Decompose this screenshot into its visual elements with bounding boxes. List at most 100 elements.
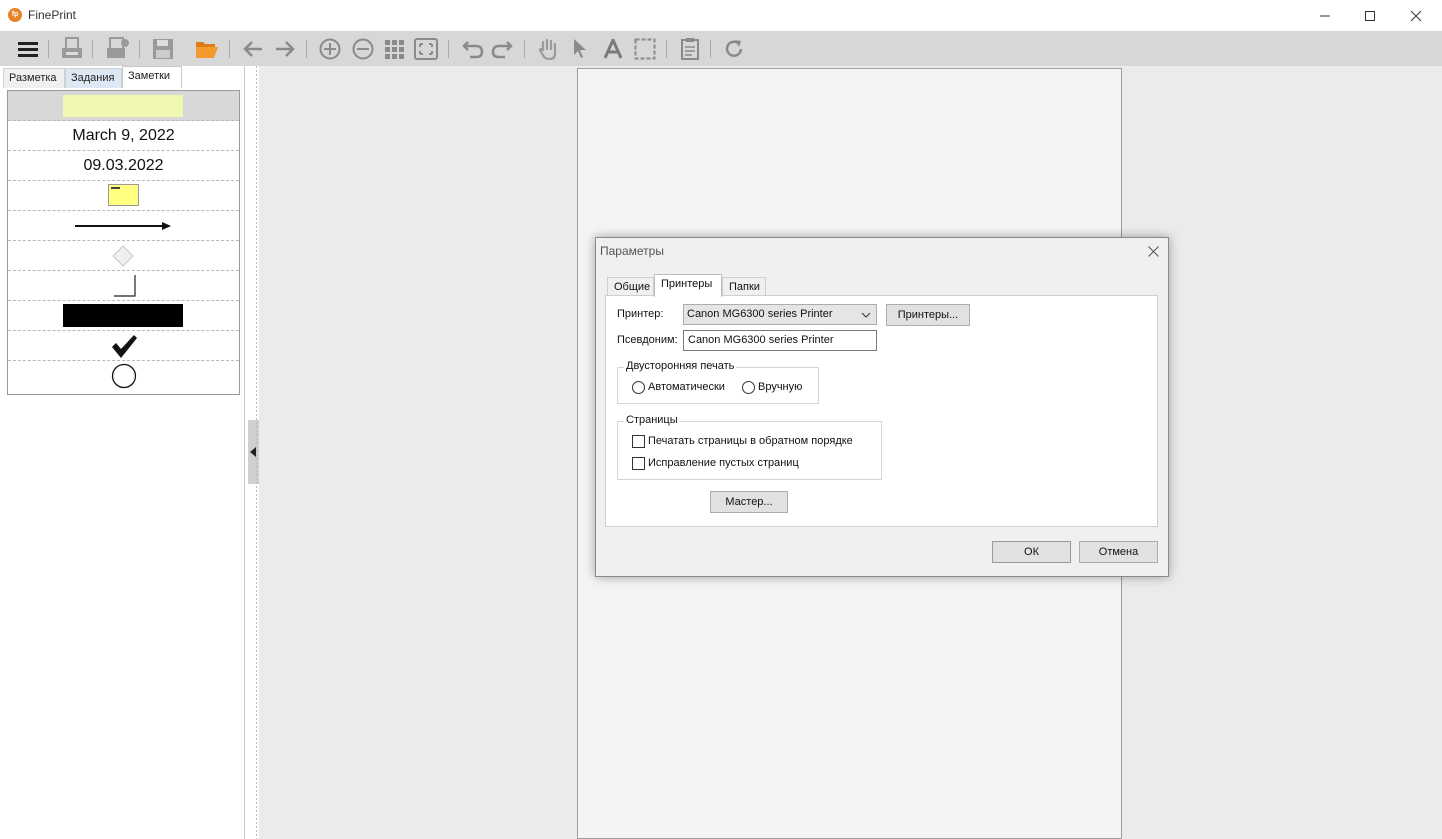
hand-tool-button[interactable] <box>535 36 561 62</box>
pages-group: Страницы Печатать страницы в обратном по… <box>617 414 882 480</box>
duplex-manual-label[interactable]: Вручную <box>758 381 802 393</box>
panel-splitter[interactable] <box>256 66 257 839</box>
minimize-button[interactable] <box>1302 0 1348 31</box>
print-settings-icon <box>107 37 129 58</box>
fit-page-icon <box>414 38 438 60</box>
alias-input[interactable]: Canon MG6300 series Printer <box>683 330 877 351</box>
panel-collapse-handle[interactable] <box>248 420 259 484</box>
minimize-icon <box>1320 15 1330 16</box>
highlighter-swatch <box>63 95 183 117</box>
print-settings-button[interactable] <box>105 36 131 62</box>
print-button[interactable] <box>59 36 85 62</box>
tab-notes[interactable]: Заметки <box>122 66 182 88</box>
note-diamond[interactable] <box>8 241 239 271</box>
note-checkmark[interactable] <box>8 331 239 361</box>
zoom-out-icon <box>352 38 374 60</box>
tab-printers[interactable]: Принтеры <box>654 274 722 297</box>
refresh-icon <box>725 40 743 57</box>
settings-dialog: Параметры Общие Принтеры Папки Принтер: … <box>595 237 1169 577</box>
text-tool-icon <box>604 39 622 59</box>
zoom-out-button[interactable] <box>350 36 376 62</box>
printer-select[interactable]: Canon MG6300 series Printer <box>683 304 877 325</box>
undo-button[interactable] <box>460 36 486 62</box>
panel-border <box>244 66 245 839</box>
app-title: FinePrint <box>28 8 77 22</box>
title-bar: fp FinePrint <box>0 0 1442 31</box>
hand-tool-icon <box>538 38 557 60</box>
circle-stamp-icon <box>111 363 137 389</box>
pointer-tool-button[interactable] <box>567 36 593 62</box>
note-bracket[interactable] <box>8 271 239 301</box>
dialog-close-button[interactable] <box>1144 242 1162 260</box>
tab-general[interactable]: Общие <box>607 277 654 297</box>
tab-jobs[interactable]: Задания <box>65 68 122 88</box>
grid-view-icon <box>385 40 404 59</box>
note-sticky[interactable] <box>8 181 239 211</box>
select-region-icon <box>634 38 656 60</box>
cancel-button[interactable]: Отмена <box>1079 541 1158 563</box>
corner-bracket-icon <box>114 275 136 297</box>
fit-page-button[interactable] <box>413 36 439 62</box>
note-arrow[interactable] <box>8 211 239 241</box>
text-tool-button[interactable] <box>600 36 626 62</box>
redo-button[interactable] <box>489 36 515 62</box>
menu-icon <box>18 42 38 57</box>
pages-group-title: Страницы <box>624 414 680 426</box>
duplex-auto-radio[interactable] <box>632 381 645 394</box>
grid-view-button[interactable] <box>381 36 407 62</box>
refresh-button[interactable] <box>721 36 747 62</box>
open-folder-icon <box>196 42 218 58</box>
close-button[interactable] <box>1393 0 1439 31</box>
duplex-group: Двусторонняя печать Автоматически Вручну… <box>617 360 819 404</box>
back-arrow-icon <box>243 41 262 57</box>
note-highlighter[interactable] <box>8 91 239 121</box>
note-date-short[interactable]: 09.03.2022 <box>8 151 239 181</box>
date-short-text: 09.03.2022 <box>83 157 164 174</box>
fix-blank-checkbox[interactable] <box>632 457 645 470</box>
pointer-icon <box>574 39 586 58</box>
left-panel: Разметка Задания Заметки March 9, 2022 0… <box>0 66 248 839</box>
duplex-manual-radio[interactable] <box>742 381 755 394</box>
dialog-title: Параметры <box>600 244 664 258</box>
close-icon <box>1410 10 1422 21</box>
ok-button[interactable]: ОК <box>992 541 1071 563</box>
redaction-block-icon <box>63 304 183 327</box>
page-settings-button[interactable] <box>677 36 703 62</box>
close-icon <box>1147 245 1159 257</box>
printer-label: Принтер: <box>617 308 664 320</box>
duplex-group-title: Двусторонняя печать <box>624 360 737 372</box>
wizard-button[interactable]: Мастер... <box>710 491 788 513</box>
arrow-stamp-icon <box>75 222 171 230</box>
menu-button[interactable] <box>15 36 41 62</box>
save-button[interactable] <box>150 36 176 62</box>
note-date-long[interactable]: March 9, 2022 <box>8 121 239 151</box>
main-toolbar <box>0 31 1442 66</box>
note-redaction[interactable] <box>8 301 239 331</box>
fineprint-window: fp FinePrint Разметка Задания Заметки Ma… <box>0 0 1442 839</box>
printer-select-value: Canon MG6300 series Printer <box>687 308 833 320</box>
maximize-icon <box>1365 10 1375 21</box>
zoom-in-icon <box>319 38 341 60</box>
duplex-auto-label[interactable]: Автоматически <box>648 381 725 393</box>
forward-button[interactable] <box>272 36 298 62</box>
notes-stamp-list: March 9, 2022 09.03.2022 <box>7 90 240 395</box>
note-circle[interactable] <box>8 361 239 391</box>
open-folder-button[interactable] <box>194 36 220 62</box>
alias-label: Псевдоним: <box>617 334 678 346</box>
forward-arrow-icon <box>276 41 295 57</box>
maximize-button[interactable] <box>1347 0 1393 31</box>
date-long-text: March 9, 2022 <box>72 127 175 144</box>
page-settings-icon <box>681 38 699 60</box>
diamond-stamp-icon <box>112 245 134 267</box>
printers-button[interactable]: Принтеры... <box>886 304 970 326</box>
reverse-order-checkbox[interactable] <box>632 435 645 448</box>
sticky-note-icon <box>108 184 139 206</box>
select-region-button[interactable] <box>632 36 658 62</box>
fix-blank-label[interactable]: Исправление пустых страниц <box>648 457 799 469</box>
tab-layout[interactable]: Разметка <box>3 68 65 88</box>
reverse-order-label[interactable]: Печатать страницы в обратном порядке <box>648 435 853 447</box>
zoom-in-button[interactable] <box>317 36 343 62</box>
tab-folders[interactable]: Папки <box>722 277 766 297</box>
back-button[interactable] <box>240 36 266 62</box>
print-icon <box>62 37 82 58</box>
